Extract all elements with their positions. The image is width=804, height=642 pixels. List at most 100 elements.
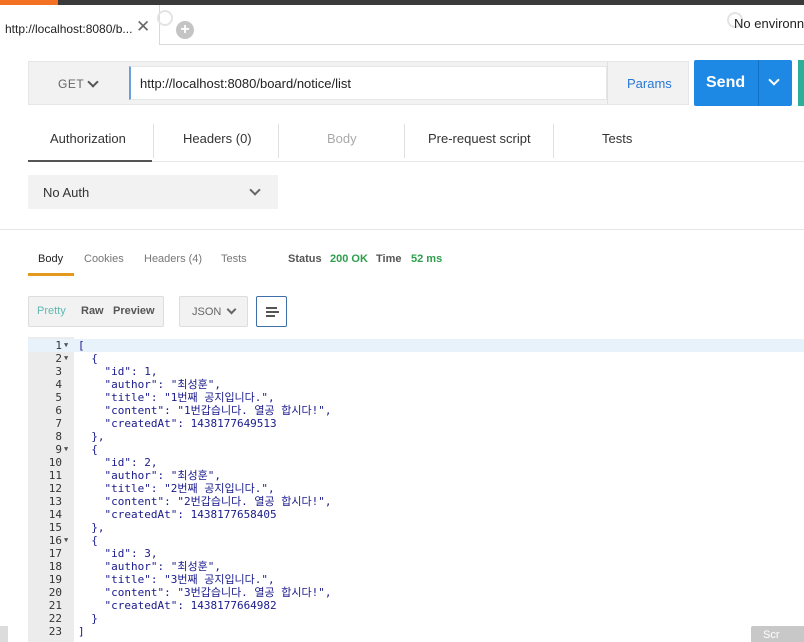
line-number: 14: [48, 508, 62, 521]
code-text: "title": "3번째 공지입니다.",: [78, 573, 275, 586]
code-text: "content": "2번갑습니다. 열공 합시다!",: [78, 495, 332, 508]
code-line: 16 ▼ {: [28, 534, 804, 547]
code-line: 15 },: [28, 521, 804, 534]
scroll-button-label: Scr: [763, 629, 780, 641]
tab-body[interactable]: Body: [279, 124, 404, 160]
line-number: 7: [55, 417, 62, 430]
code-text: ]: [78, 625, 85, 638]
line-number: 8: [55, 430, 62, 443]
tab-authorization-label: Authorization: [50, 131, 126, 146]
code-line: 21 "createdAt": 1438177664982: [28, 599, 804, 612]
fold-arrow-icon[interactable]: ▼: [64, 352, 68, 365]
line-number: 15: [48, 521, 62, 534]
tab-tests[interactable]: Tests: [554, 124, 679, 160]
line-number: 21: [48, 599, 62, 612]
url-input[interactable]: [129, 66, 607, 100]
response-tab-tests[interactable]: Tests: [221, 253, 247, 265]
line-number: 13: [48, 495, 62, 508]
line-number: 1: [55, 339, 62, 352]
send-button[interactable]: Send: [694, 60, 792, 106]
code-line: 18 "author": "최성훈",: [28, 560, 804, 573]
code-line: 5 "title": "1번째 공지입니다.",: [28, 391, 804, 404]
code-line: 19 "title": "3번째 공지입니다.",: [28, 573, 804, 586]
request-config-tabs: Authorization Headers (0) Body Pre-reque…: [28, 124, 804, 162]
wrap-lines-icon: [266, 307, 277, 309]
code-text: {: [78, 352, 98, 365]
request-tab[interactable]: http://localhost:8080/b... ✕: [0, 5, 160, 45]
method-selector[interactable]: GET: [29, 62, 129, 104]
time-value: 52 ms: [411, 253, 443, 265]
response-tab-headers[interactable]: Headers (4): [144, 253, 202, 265]
fold-arrow-icon[interactable]: ▼: [64, 534, 68, 547]
code-line: 17 "id": 3,: [28, 547, 804, 560]
code-text: {: [78, 534, 98, 547]
format-pretty[interactable]: Pretty: [37, 305, 66, 317]
environment-selector[interactable]: No environn: [734, 16, 804, 31]
format-raw[interactable]: Raw: [81, 305, 104, 317]
code-text: "author": "최성훈",: [78, 469, 221, 482]
code-text: "title": "1번째 공지입니다.",: [78, 391, 275, 404]
params-button[interactable]: Params: [607, 62, 690, 104]
status-label: Status: [288, 253, 322, 265]
code-line: 9 ▼ {: [28, 443, 804, 456]
scroll-to-top-button[interactable]: Scr: [751, 626, 804, 642]
line-number: 18: [48, 560, 62, 573]
left-scroll-edge[interactable]: [0, 626, 8, 642]
code-text: "content": "3번갑습니다. 열공 합시다!",: [78, 586, 332, 599]
auth-type-select[interactable]: No Auth: [28, 175, 278, 209]
code-line: 22 }: [28, 612, 804, 625]
save-button-edge[interactable]: [798, 60, 804, 106]
line-number: 3: [55, 365, 62, 378]
tab-pre-request-script[interactable]: Pre-request script: [405, 124, 553, 160]
code-line: 2 ▼ {: [28, 352, 804, 365]
code-text: "createdAt": 1438177664982: [78, 599, 277, 612]
code-text: }: [78, 612, 98, 625]
line-number: 2: [55, 352, 62, 365]
tab-authorization[interactable]: Authorization: [28, 124, 152, 162]
url-bar: GET Params: [28, 61, 689, 105]
status-value: 200 OK: [330, 253, 368, 265]
code-line: 6 "content": "1번갑습니다. 열공 합시다!",: [28, 404, 804, 417]
line-number: 16: [48, 534, 62, 547]
line-number: 12: [48, 482, 62, 495]
tab-headers[interactable]: Headers (0): [154, 124, 278, 160]
code-text: "title": "2번째 공지입니다.",: [78, 482, 275, 495]
code-text: "author": "최성훈",: [78, 378, 221, 391]
code-line: 3 "id": 1,: [28, 365, 804, 378]
response-format-select[interactable]: JSON: [179, 296, 248, 327]
code-text: "content": "1번갑습니다. 열공 합시다!",: [78, 404, 332, 417]
postman-window: http://localhost:8080/b... ✕ + No enviro…: [0, 0, 804, 642]
code-text: "id": 2,: [78, 456, 158, 469]
params-label: Params: [627, 76, 672, 91]
code-line: 1 ▼ [: [28, 339, 804, 352]
send-options-chevron-icon[interactable]: [768, 74, 780, 86]
code-line: 4 "author": "최성훈",: [28, 378, 804, 391]
tab-pre-request-label: Pre-request script: [428, 131, 531, 146]
loading-ring-icon: [157, 10, 173, 26]
response-tab-cookies[interactable]: Cookies: [84, 253, 124, 265]
code-text: "id": 3,: [78, 547, 158, 560]
code-line: 23]: [28, 625, 804, 638]
add-tab-icon[interactable]: +: [176, 21, 194, 39]
response-body-editor[interactable]: 1 ▼[2 ▼ {3 "id": 1, 4 "author": "최성훈", 5 "ti…: [28, 337, 804, 642]
tab-body-label: Body: [327, 131, 357, 146]
code-line: 10 "id": 2,: [28, 456, 804, 469]
chevron-down-icon: [87, 76, 99, 88]
response-tab-body[interactable]: Body: [38, 253, 63, 265]
wrap-lines-icon: [266, 315, 275, 317]
wrap-lines-button[interactable]: [256, 296, 287, 327]
fold-arrow-icon[interactable]: ▼: [64, 443, 68, 456]
code-line: 20 "content": "3번갑습니다. 열공 합시다!",: [28, 586, 804, 599]
line-number: 6: [55, 404, 62, 417]
response-format-value: JSON: [192, 306, 222, 318]
time-label: Time: [376, 253, 402, 265]
send-label: Send: [706, 74, 746, 91]
fold-arrow-icon[interactable]: ▼: [64, 339, 68, 352]
response-tab-active-indicator: [28, 273, 74, 276]
close-icon[interactable]: ✕: [136, 18, 150, 35]
chevron-down-icon: [226, 304, 237, 315]
code-line: 12 "title": "2번째 공지입니다.",: [28, 482, 804, 495]
format-preview[interactable]: Preview: [113, 305, 155, 317]
chevron-down-icon: [249, 184, 261, 196]
format-toggle-group: Pretty Raw Preview: [28, 296, 164, 327]
